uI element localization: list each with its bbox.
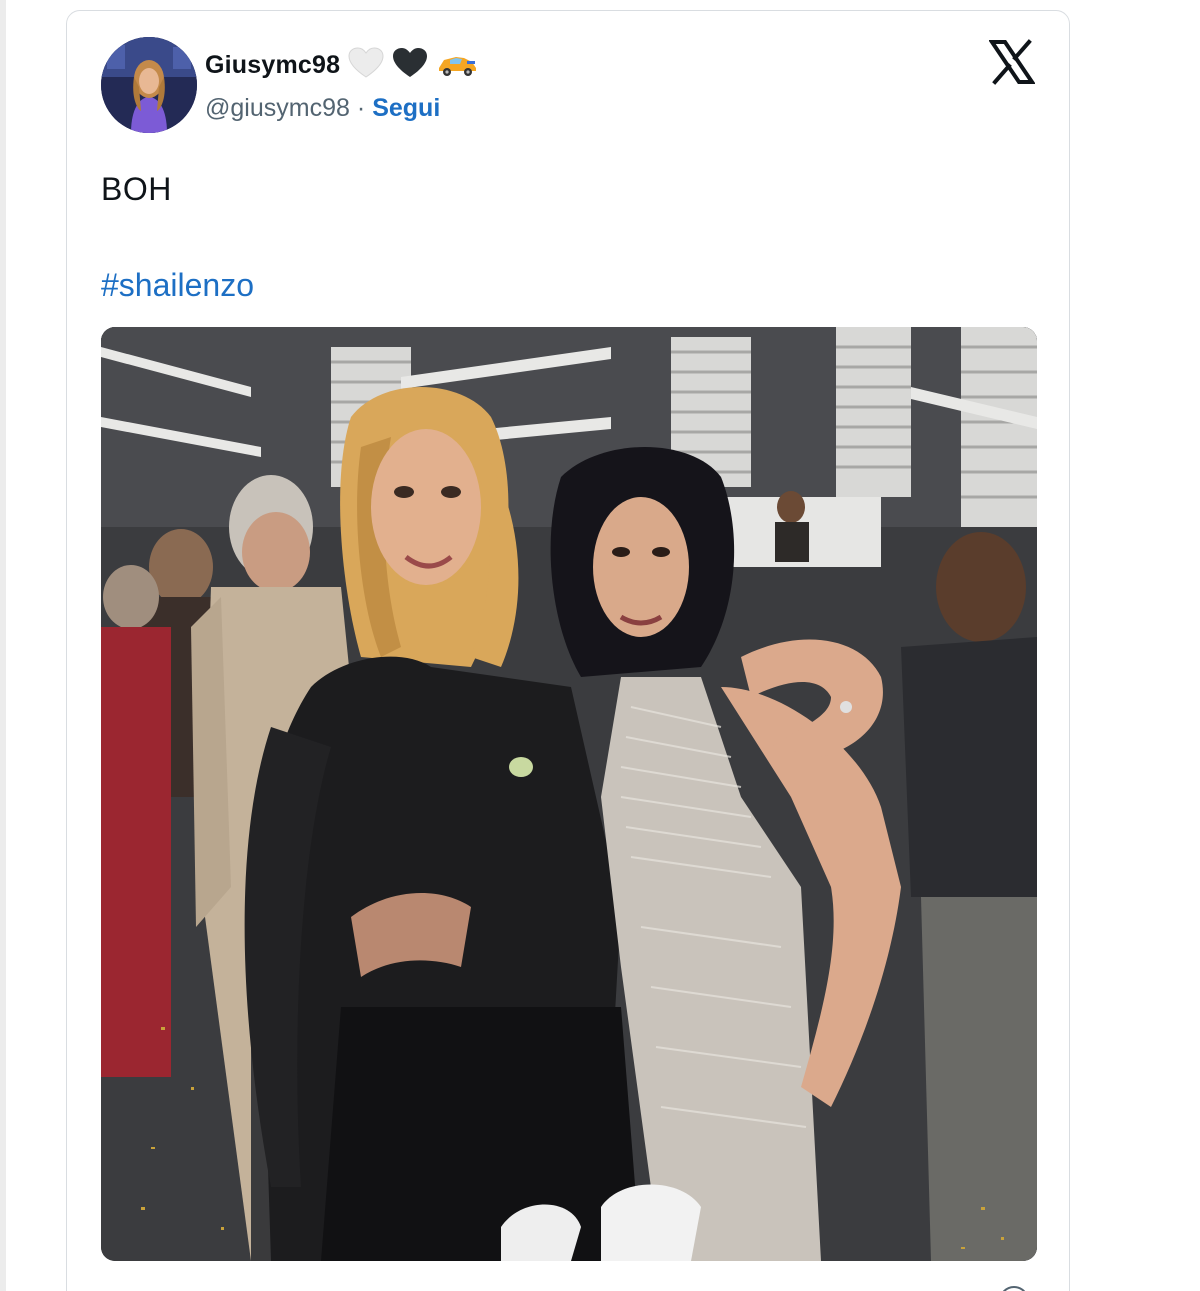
info-icon[interactable] bbox=[999, 1286, 1029, 1291]
author-name-row: Giusymc98 bbox=[205, 46, 478, 84]
hashtag-link[interactable]: #shailenzo bbox=[101, 267, 254, 304]
embedded-tweet-card: Giusymc98 @giusymc98 · Segui BOH #shaile… bbox=[66, 10, 1070, 1291]
follow-button[interactable]: Segui bbox=[372, 94, 440, 123]
two-women-posing-at-event-photo bbox=[101, 327, 1037, 1261]
tweet-text: BOH bbox=[101, 171, 172, 207]
race-car-icon bbox=[436, 48, 478, 83]
page: Giusymc98 @giusymc98 · Segui BOH #shaile… bbox=[0, 0, 1200, 1291]
left-scroll-strip bbox=[0, 0, 6, 1291]
tweet-photo[interactable] bbox=[101, 327, 1037, 1261]
black-heart-icon bbox=[392, 47, 428, 84]
author-avatar[interactable] bbox=[101, 37, 197, 133]
author-handle[interactable]: @giusymc98 bbox=[205, 94, 350, 123]
separator-dot: · bbox=[356, 93, 366, 122]
x-logo-icon[interactable] bbox=[988, 39, 1036, 85]
author-display-name[interactable]: Giusymc98 bbox=[205, 51, 340, 80]
avatar-photo bbox=[101, 37, 197, 133]
author-handle-row: @giusymc98 · Segui bbox=[205, 91, 440, 125]
white-heart-icon bbox=[348, 46, 384, 84]
